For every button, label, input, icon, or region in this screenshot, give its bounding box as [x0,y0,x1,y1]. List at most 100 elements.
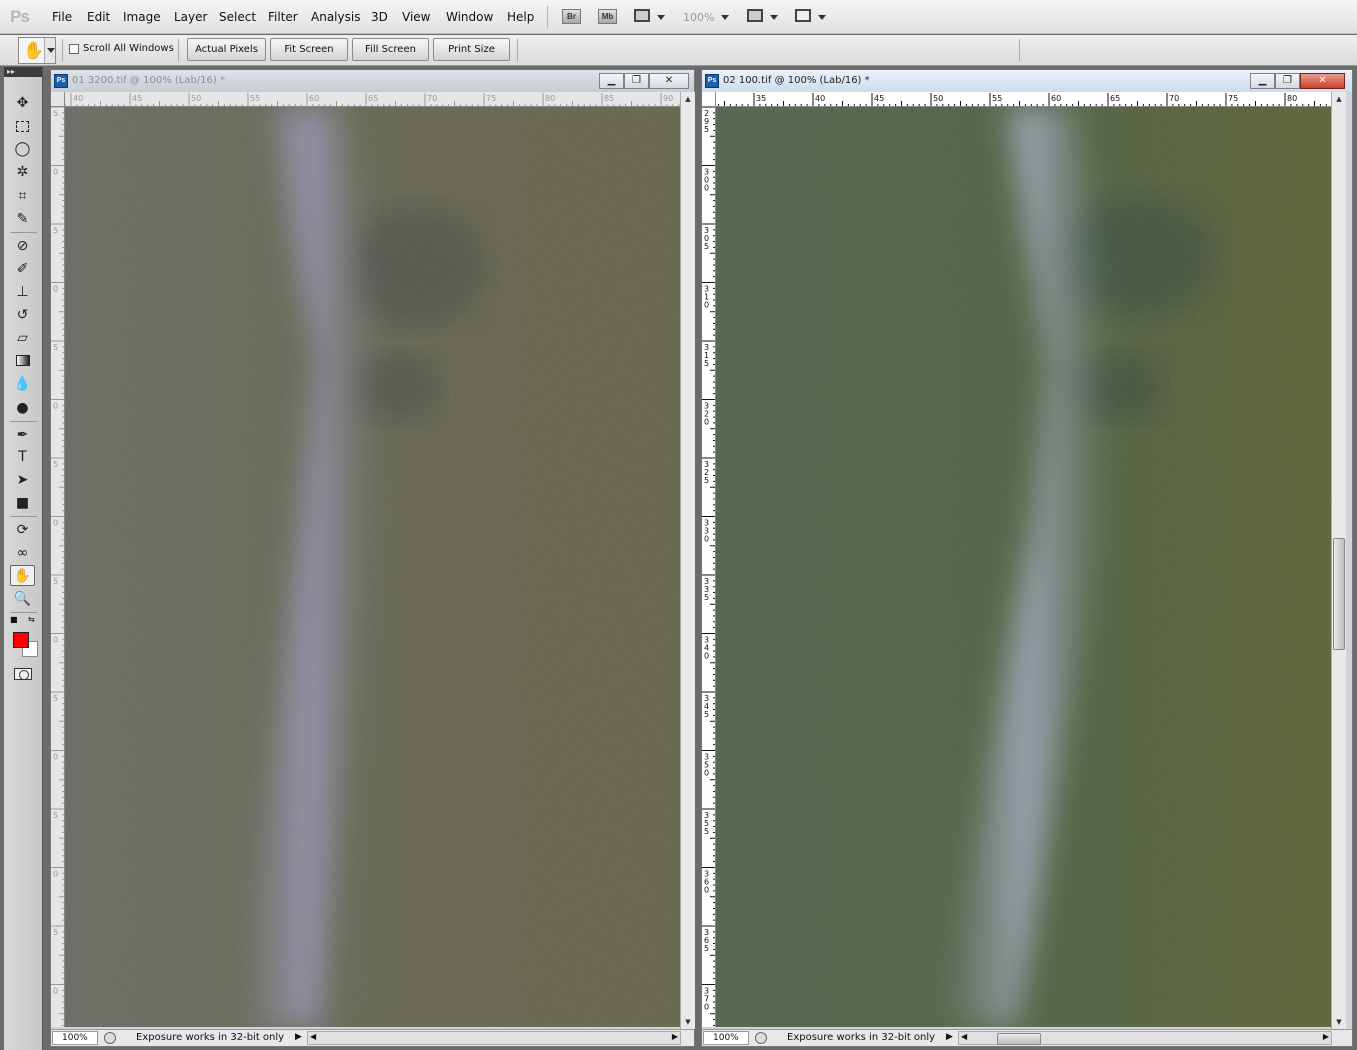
chevron-down-icon[interactable] [770,15,778,20]
zoom-field[interactable]: 100% [703,1031,749,1045]
move-icon[interactable]: ✥ [10,92,35,113]
screen-mode-icon[interactable] [795,9,813,24]
menu-layer[interactable]: Layer [174,10,207,24]
document-window-1[interactable]: Ps 01 3200.tif @ 100% (Lab/16) * ▁ ❐ ✕ 4… [50,69,695,1047]
zoom-field[interactable]: 100% [52,1031,98,1045]
menu-analysis[interactable]: Analysis [311,10,360,24]
fit-screen-button[interactable]: Fit Screen [270,38,348,61]
mini-bridge-button[interactable]: Mb [598,9,617,24]
scroll-right-icon[interactable]: ▶ [672,1032,678,1041]
bridge-button[interactable]: Br [562,9,581,24]
close-icon[interactable]: ✕ [649,73,689,89]
ps-document-icon: Ps [705,74,719,88]
rectangle-icon[interactable]: ■ [10,492,35,513]
menu-edit[interactable]: Edit [87,10,110,24]
menu-select[interactable]: Select [219,10,256,24]
vertical-scrollbar[interactable]: ▲ ▼ [1331,92,1346,1029]
default-colors-icon[interactable]: ■ [10,615,18,624]
ruler-label: 5 [53,460,58,469]
zoom-level-display[interactable]: 100% [683,11,714,24]
vertical-ruler[interactable]: 50505050505050505 [51,107,65,1027]
bandage-icon[interactable]: ⊘ [10,235,35,256]
eraser-icon[interactable]: ▱ [10,327,35,348]
minimize-icon[interactable]: ▁ [1250,73,1275,89]
3d-rotate-icon[interactable]: ⟳ [10,519,35,540]
minimize-icon[interactable]: ▁ [599,73,624,89]
ruler-label: 50 [191,94,201,103]
status-info-icon[interactable] [104,1032,116,1044]
print-size-button[interactable]: Print Size [433,38,510,61]
drop-icon[interactable]: 💧 [10,373,35,394]
document-canvas[interactable] [65,107,680,1027]
ruler-corner[interactable] [702,92,716,107]
document-titlebar[interactable]: Ps 01 3200.tif @ 100% (Lab/16) * ▁ ❐ ✕ [51,70,694,92]
chevron-down-icon[interactable] [818,15,826,20]
fill-screen-button[interactable]: Fill Screen [352,38,429,61]
stamp-icon[interactable]: ⊥ [10,281,35,302]
vertical-ruler[interactable]: 2953003053103153203253303353403453503553… [702,107,716,1027]
scroll-all-windows-checkbox[interactable]: Scroll All Windows [69,43,174,54]
brush-icon[interactable]: ✐ [10,258,35,279]
extras-icon[interactable] [634,9,652,24]
ruler-label: 0 [704,301,709,310]
horizontal-scrollbar[interactable]: ◀ ▶ [958,1031,1332,1045]
pen-icon[interactable]: ✒ [10,424,35,445]
history-brush-icon[interactable]: ↺ [10,304,35,325]
horizontal-scroll-thumb[interactable] [997,1033,1041,1045]
dodge-icon[interactable]: ● [10,397,35,418]
status-info-icon[interactable] [755,1032,767,1044]
restore-icon[interactable]: ❐ [1275,73,1300,89]
foreground-color-swatch[interactable] [13,632,29,648]
vertical-scrollbar[interactable]: ▲ ▼ [680,92,695,1029]
close-icon[interactable]: ✕ [1300,73,1345,89]
arrange-documents-icon[interactable] [747,9,765,24]
horizontal-ruler[interactable]: 35 40 45 50 55 60 65 70 75 80 [716,92,1338,107]
gradient-icon[interactable] [10,350,35,371]
chevron-down-icon [47,48,55,53]
ruler-label: 0 [53,870,58,879]
chevron-down-icon[interactable] [657,15,665,20]
actual-pixels-button[interactable]: Actual Pixels [187,38,266,61]
checkbox-box[interactable] [69,43,79,54]
scroll-left-icon[interactable]: ◀ [310,1032,316,1041]
lasso-icon[interactable]: ◯ [10,138,35,159]
rect-marquee-icon[interactable] [10,116,35,137]
menu-help[interactable]: Help [507,10,534,24]
menu-3d[interactable]: 3D [371,10,388,24]
restore-icon[interactable]: ❐ [624,73,649,89]
menu-window[interactable]: Window [446,10,493,24]
menu-file[interactable]: File [52,10,72,24]
scroll-up-icon[interactable]: ▲ [1332,92,1346,106]
crop-icon[interactable]: ⌗ [10,185,35,206]
chevron-down-icon[interactable] [721,15,729,20]
quick-mask-icon[interactable] [14,668,32,680]
hand-icon[interactable]: ✋ [10,565,35,586]
menu-view[interactable]: View [402,10,430,24]
vertical-scroll-thumb[interactable] [1333,538,1345,650]
scroll-right-icon[interactable]: ▶ [1323,1032,1329,1041]
toolbox-header[interactable]: ▸▸ [4,67,42,77]
scroll-down-icon[interactable]: ▼ [681,1015,695,1029]
status-menu-icon[interactable]: ▶ [946,1032,953,1042]
scroll-up-icon[interactable]: ▲ [681,92,695,106]
eyedropper-icon[interactable]: ✎ [10,208,35,229]
scroll-left-icon[interactable]: ◀ [961,1032,967,1041]
3d-orbit-icon[interactable]: ∞ [10,542,35,563]
status-menu-icon[interactable]: ▶ [295,1032,302,1042]
magic-wand-icon[interactable]: ✲ [10,161,35,182]
horizontal-scrollbar[interactable]: ◀ ▶ [307,1031,681,1045]
tool-preset-picker[interactable]: ✋ [18,37,56,64]
scroll-down-icon[interactable]: ▼ [1332,1015,1346,1029]
ruler-corner[interactable] [51,92,65,107]
document-canvas[interactable] [716,107,1331,1027]
menu-image[interactable]: Image [123,10,161,24]
horizontal-ruler[interactable]: 40 45 50 55 60 65 70 75 80 85 90 [65,92,680,107]
swap-colors-icon[interactable]: ⇆ [28,615,35,624]
arrow-icon[interactable]: ➤ [10,469,35,490]
zoom-icon[interactable]: 🔍 [10,588,35,609]
preset-dropdown[interactable] [44,38,55,63]
document-window-2[interactable]: Ps 02 100.tif @ 100% (Lab/16) * ▁ ❐ ✕ 35… [701,69,1353,1047]
document-titlebar[interactable]: Ps 02 100.tif @ 100% (Lab/16) * ▁ ❐ ✕ [702,70,1352,92]
type-icon[interactable]: T [10,446,35,467]
menu-filter[interactable]: Filter [268,10,298,24]
